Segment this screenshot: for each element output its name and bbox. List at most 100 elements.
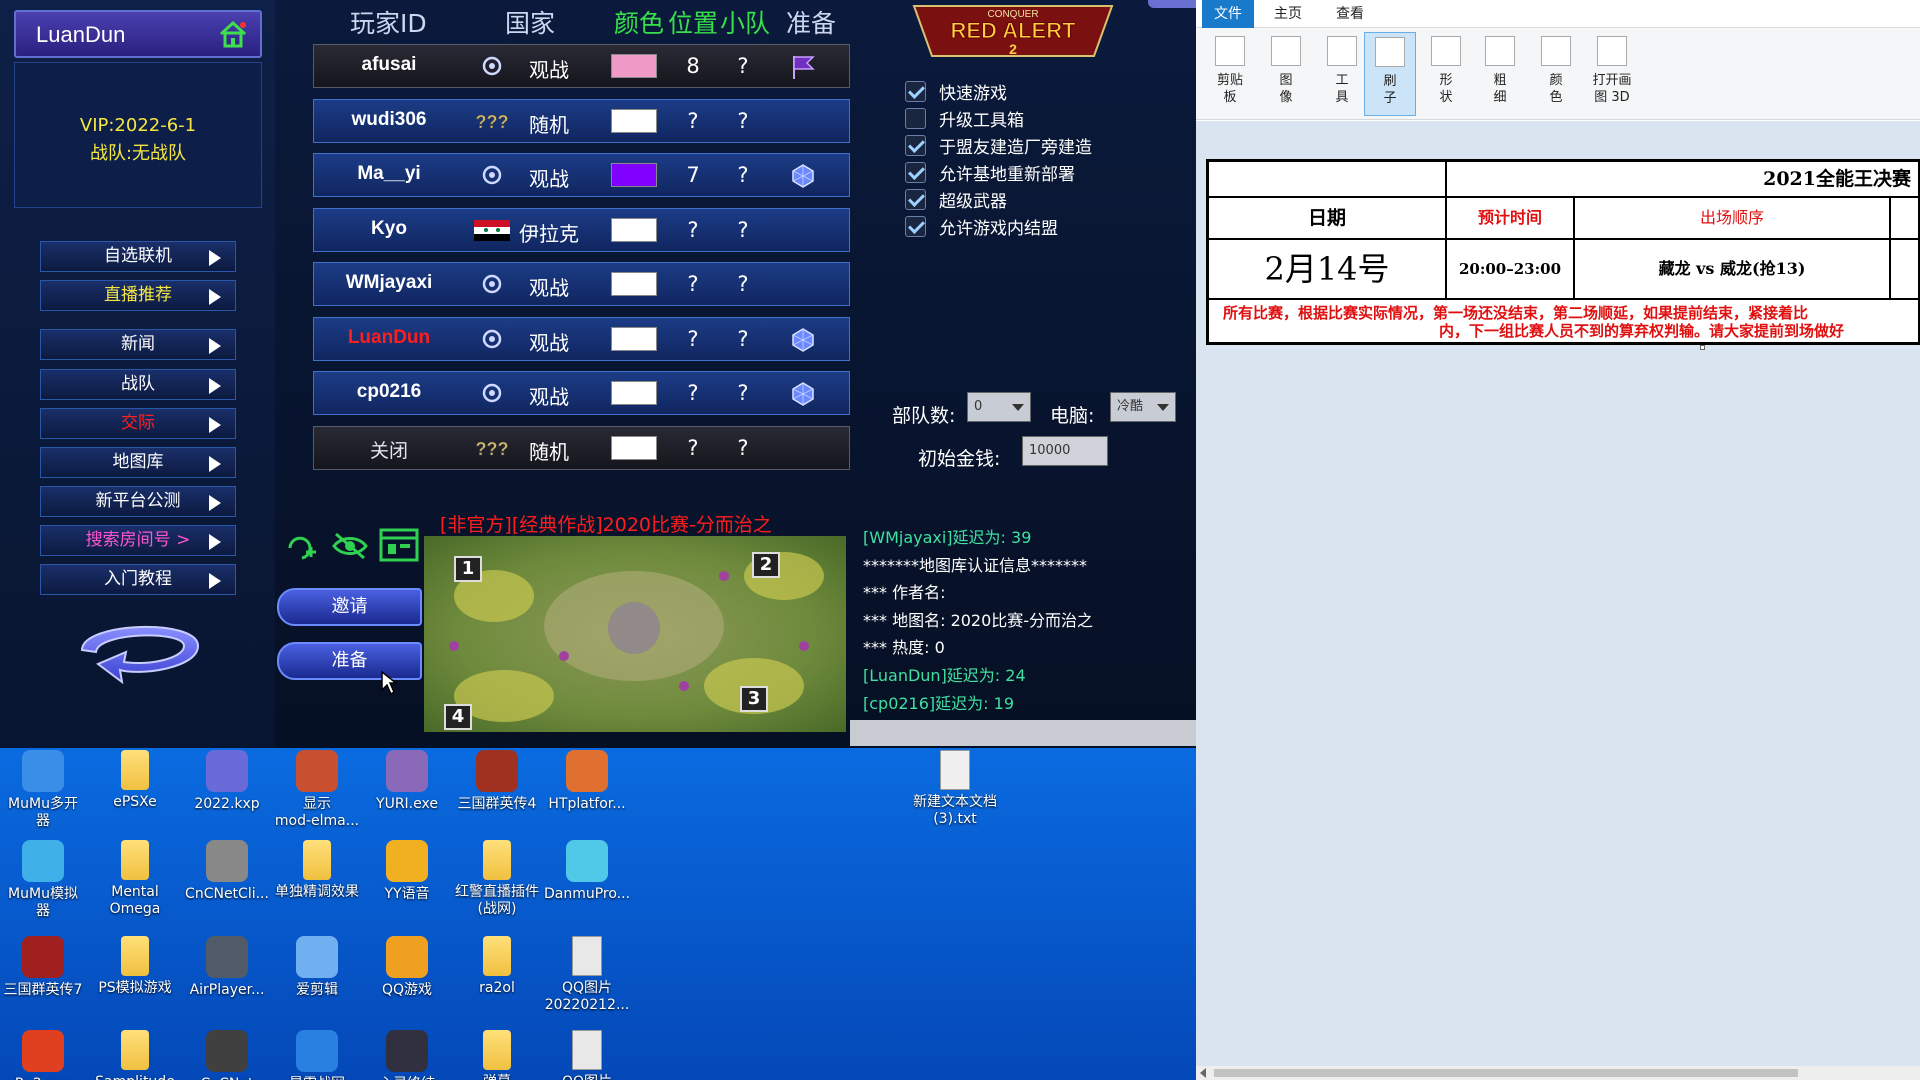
desktop-icon[interactable]: 三国群英传4	[452, 750, 542, 813]
player-row[interactable]: Kyo 伊拉克??	[313, 207, 850, 252]
player-position[interactable]: 7	[678, 163, 708, 187]
desktop-icon[interactable]: 2022.kxp	[182, 750, 272, 813]
ribbon-button[interactable]: 图 像	[1260, 32, 1312, 116]
home-icon[interactable]	[218, 20, 248, 48]
desktop-icon[interactable]: 爱剪辑	[272, 936, 362, 999]
desktop-icon[interactable]: 红警直播插件 (战网)	[452, 840, 542, 918]
player-position[interactable]: ?	[678, 272, 708, 296]
sidebar-menu-item[interactable]: 搜索房间号 >	[40, 525, 236, 556]
desktop-icon[interactable]: DanmuPro...	[542, 840, 632, 903]
window-icon[interactable]	[378, 526, 420, 564]
desktop-icon[interactable]: YY语音	[362, 840, 452, 903]
option-checkbox[interactable]	[905, 189, 926, 210]
player-country[interactable]: 观战	[514, 272, 584, 301]
player-row[interactable]: cp0216 观战??	[313, 371, 850, 415]
player-country[interactable]: 伊拉克	[514, 218, 584, 247]
player-position[interactable]: ?	[678, 109, 708, 133]
player-team[interactable]: ?	[728, 109, 758, 133]
player-team[interactable]: ?	[728, 272, 758, 296]
player-row[interactable]: WMjayaxi 观战??	[313, 262, 850, 306]
refresh-icon[interactable]	[70, 610, 210, 686]
player-country[interactable]: 观战	[514, 163, 584, 192]
option-checkbox[interactable]	[905, 162, 926, 183]
player-country[interactable]: 随机	[514, 109, 584, 138]
player-team[interactable]: ?	[728, 327, 758, 351]
ribbon-button[interactable]: 工 具	[1316, 32, 1368, 116]
desktop-icon[interactable]: ePSXe	[90, 750, 180, 811]
ribbon-button[interactable]: 粗 细	[1474, 32, 1526, 116]
desktop-icon[interactable]: 显示 mod-elma...	[272, 750, 362, 830]
player-color-swatch[interactable]	[611, 163, 657, 187]
player-row[interactable]: afusai 观战 8?	[313, 44, 850, 88]
player-position[interactable]: 8	[678, 54, 708, 78]
desktop-icon[interactable]: PS模拟游戏	[90, 936, 180, 997]
option-checkbox[interactable]	[905, 135, 926, 156]
desktop-icon[interactable]: 新建文本文档 (3).txt	[910, 750, 1000, 828]
player-team[interactable]: ?	[728, 163, 758, 187]
player-position[interactable]: ?	[678, 436, 708, 460]
player-row[interactable]: wudi306??? 随机??	[313, 98, 850, 143]
horizontal-scrollbar[interactable]	[1196, 1066, 1920, 1080]
chat-input-bar[interactable]	[850, 720, 1196, 746]
player-country[interactable]: 观战	[514, 327, 584, 356]
ribbon-button[interactable]: 形 状	[1420, 32, 1472, 116]
canvas-area[interactable]: 2021全能王决赛 日期 预计时间 出场顺序 2月14号 20:00–23:00…	[1196, 121, 1920, 1066]
desktop-icon[interactable]: QQ游戏	[362, 936, 452, 999]
ribbon-tab[interactable]: 主页	[1262, 0, 1314, 28]
desktop-icon[interactable]: 心灵终结	[362, 1030, 452, 1080]
hide-eye-icon[interactable]	[330, 530, 370, 562]
player-color-swatch[interactable]	[611, 435, 657, 460]
ready-button[interactable]: 准备	[277, 642, 422, 680]
player-color-swatch[interactable]	[611, 54, 657, 78]
player-country[interactable]: 观战	[514, 381, 584, 410]
player-team[interactable]: ?	[728, 436, 758, 460]
desktop-icon[interactable]: HTplatfor...	[542, 750, 632, 813]
desktop-icon[interactable]: MuMu模拟 器	[0, 840, 88, 920]
option-checkbox[interactable]	[905, 81, 926, 102]
player-row[interactable]: Ma__yi 观战 7?	[313, 153, 850, 197]
desktop-icon[interactable]: MuMu多开 器	[0, 750, 88, 830]
desktop-icon[interactable]: Samplitude	[90, 1030, 180, 1080]
desktop-icon[interactable]: 弹幕	[452, 1030, 542, 1080]
scroll-left-icon[interactable]	[1200, 1068, 1206, 1078]
desktop-icon[interactable]: CnCNet	[182, 1030, 272, 1080]
sidebar-menu-item[interactable]: 新闻	[40, 329, 236, 360]
desktop-icon[interactable]: AirPlayer...	[182, 936, 272, 999]
desktop-icon[interactable]: QQ图片 20220212...	[542, 936, 632, 1014]
player-color-swatch[interactable]	[611, 108, 657, 133]
player-color-swatch[interactable]	[611, 381, 657, 405]
sidebar-menu-item[interactable]: 直播推荐	[40, 280, 236, 311]
player-color-swatch[interactable]	[611, 272, 657, 296]
player-position[interactable]: ?	[678, 218, 708, 242]
player-position[interactable]: ?	[678, 327, 708, 351]
user-panel[interactable]: LuanDun	[14, 10, 262, 58]
desktop-icon[interactable]: 三国群英传7	[0, 936, 88, 999]
player-country[interactable]: 随机	[514, 436, 584, 465]
player-color-swatch[interactable]	[611, 326, 657, 351]
desktop-icon[interactable]: Ra2.exe	[0, 1030, 88, 1080]
ribbon-tab[interactable]: 查看	[1324, 0, 1376, 28]
player-row[interactable]: LuanDun 观战??	[313, 316, 850, 361]
sidebar-menu-item[interactable]: 自选联机	[40, 241, 236, 272]
desktop-icon[interactable]: CnCNetCli...	[182, 840, 272, 903]
player-team[interactable]: ?	[728, 54, 758, 78]
map-preview[interactable]: 1 2 3 4	[424, 536, 846, 732]
sidebar-menu-item[interactable]: 交际	[40, 408, 236, 439]
units-select[interactable]: 0	[967, 392, 1031, 422]
player-position[interactable]: ?	[678, 381, 708, 405]
player-row[interactable]: 关闭??? 随机??	[313, 425, 850, 470]
money-field[interactable]: 10000	[1022, 436, 1108, 466]
desktop-icon[interactable]: 单独精调效果	[272, 840, 362, 901]
invite-button[interactable]: 邀请	[277, 588, 422, 626]
desktop-icon[interactable]: 暴雪战网	[272, 1030, 362, 1080]
player-color-swatch[interactable]	[611, 217, 657, 242]
ai-select[interactable]: 冷酷	[1110, 392, 1176, 422]
ribbon-button[interactable]: 打开画 图 3D	[1582, 32, 1642, 116]
desktop-icon[interactable]: YURI.exe	[362, 750, 452, 813]
add-player-icon[interactable]	[284, 530, 320, 562]
desktop-icon[interactable]: QQ图片	[542, 1030, 632, 1080]
sidebar-menu-item[interactable]: 入门教程	[40, 564, 236, 595]
scroll-thumb[interactable]	[1214, 1069, 1798, 1077]
option-checkbox[interactable]	[905, 216, 926, 237]
desktop-icon[interactable]: Mental Omega	[90, 840, 180, 918]
